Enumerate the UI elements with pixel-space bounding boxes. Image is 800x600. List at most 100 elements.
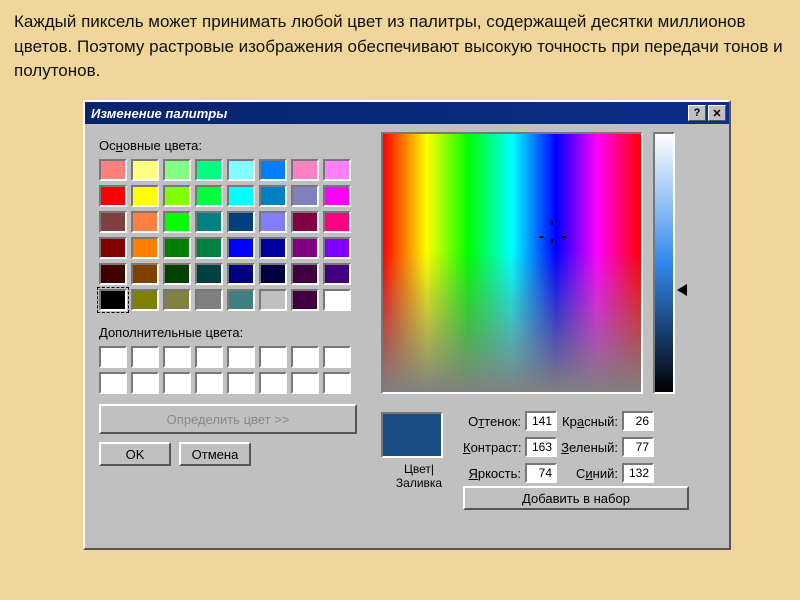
page-caption: Каждый пиксель может принимать любой цве… — [14, 10, 790, 84]
basic-color-swatch[interactable] — [227, 211, 255, 233]
basic-color-swatch[interactable] — [131, 185, 159, 207]
custom-color-slot[interactable] — [163, 346, 191, 368]
help-icon: ? — [694, 107, 701, 119]
basic-color-swatch[interactable] — [291, 159, 319, 181]
basic-color-swatch[interactable] — [227, 237, 255, 259]
basic-color-swatch[interactable] — [227, 159, 255, 181]
basic-color-swatch[interactable] — [163, 159, 191, 181]
basic-color-swatch[interactable] — [291, 289, 319, 311]
crosshair-icon: ' — [550, 238, 554, 254]
close-button[interactable]: ✕ — [708, 105, 726, 121]
add-to-custom-button[interactable]: Добавить в набор — [463, 486, 689, 510]
custom-color-slot[interactable] — [323, 346, 351, 368]
custom-color-slot[interactable] — [227, 372, 255, 394]
color-preview-block: Цвет|Заливка — [381, 412, 457, 490]
lum-label: Яркость: — [463, 466, 525, 481]
preview-label: Цвет|Заливка — [381, 462, 457, 490]
basic-color-swatch[interactable] — [163, 263, 191, 285]
sat-label: Контраст: — [463, 440, 525, 455]
crosshair-icon: ' — [550, 220, 554, 236]
luminosity-arrow-icon — [677, 284, 687, 296]
basic-color-swatch[interactable] — [131, 159, 159, 181]
basic-color-swatch[interactable] — [99, 263, 127, 285]
red-input[interactable]: 26 — [622, 411, 654, 431]
custom-color-slot[interactable] — [195, 372, 223, 394]
color-preview — [381, 412, 443, 458]
hue-label: Оттенок: — [463, 414, 525, 429]
basic-color-swatch[interactable] — [99, 289, 127, 311]
basic-color-swatch[interactable] — [195, 185, 223, 207]
basic-color-swatch[interactable] — [227, 263, 255, 285]
custom-color-slot[interactable] — [195, 346, 223, 368]
basic-color-swatch[interactable] — [323, 289, 351, 311]
crosshair-icon: - — [561, 229, 566, 245]
basic-color-swatch[interactable] — [99, 185, 127, 207]
titlebar: Изменение палитры ? ✕ — [85, 102, 729, 124]
cancel-button[interactable]: Отмена — [179, 442, 251, 466]
custom-color-slot[interactable] — [259, 346, 287, 368]
basic-color-swatch[interactable] — [323, 211, 351, 233]
color-picker-area: ' ' - - — [381, 132, 643, 394]
basic-color-swatch[interactable] — [259, 289, 287, 311]
basic-color-swatch[interactable] — [131, 289, 159, 311]
custom-color-slot[interactable] — [227, 346, 255, 368]
hue-sat-field[interactable]: ' ' - - — [381, 132, 643, 394]
basic-color-swatch[interactable] — [291, 211, 319, 233]
basic-color-swatch[interactable] — [323, 263, 351, 285]
basic-color-swatch[interactable] — [259, 185, 287, 207]
custom-color-slot[interactable] — [163, 372, 191, 394]
luminosity-slider[interactable] — [653, 132, 675, 394]
basic-color-swatch[interactable] — [163, 237, 191, 259]
basic-color-swatch[interactable] — [163, 185, 191, 207]
basic-color-swatch[interactable] — [131, 211, 159, 233]
blue-label: Синий: — [561, 466, 622, 481]
lum-input[interactable]: 74 — [525, 463, 557, 483]
basic-color-swatch[interactable] — [259, 237, 287, 259]
basic-color-swatch[interactable] — [291, 185, 319, 207]
basic-color-swatch[interactable] — [259, 159, 287, 181]
basic-color-swatch[interactable] — [99, 237, 127, 259]
basic-color-swatch[interactable] — [323, 159, 351, 181]
basic-color-swatch[interactable] — [195, 263, 223, 285]
help-button[interactable]: ? — [688, 105, 706, 121]
red-label: Красный: — [561, 414, 622, 429]
custom-color-slot[interactable] — [323, 372, 351, 394]
basic-color-swatch[interactable] — [291, 263, 319, 285]
basic-color-swatch[interactable] — [195, 237, 223, 259]
basic-color-swatch[interactable] — [323, 237, 351, 259]
basic-color-swatch[interactable] — [163, 211, 191, 233]
color-dialog: Изменение палитры ? ✕ Основные цвета: До… — [83, 100, 731, 550]
custom-color-slot[interactable] — [291, 346, 319, 368]
crosshair-icon: - — [539, 229, 544, 245]
basic-color-swatch[interactable] — [163, 289, 191, 311]
ok-button[interactable]: OK — [99, 442, 171, 466]
green-label: Зеленый: — [561, 440, 622, 455]
basic-color-swatch[interactable] — [323, 185, 351, 207]
close-icon: ✕ — [712, 107, 721, 120]
green-input[interactable]: 77 — [622, 437, 654, 457]
custom-color-slot[interactable] — [99, 346, 127, 368]
custom-color-slot[interactable] — [131, 346, 159, 368]
custom-color-slot[interactable] — [131, 372, 159, 394]
hue-input[interactable]: 141 — [525, 411, 557, 431]
basic-color-swatch[interactable] — [259, 263, 287, 285]
blue-input[interactable]: 132 — [622, 463, 654, 483]
basic-color-swatch[interactable] — [259, 211, 287, 233]
basic-color-swatch[interactable] — [131, 237, 159, 259]
custom-color-slot[interactable] — [99, 372, 127, 394]
basic-color-swatch[interactable] — [291, 237, 319, 259]
basic-color-swatch[interactable] — [99, 211, 127, 233]
basic-color-swatch[interactable] — [99, 159, 127, 181]
custom-color-slot[interactable] — [259, 372, 287, 394]
basic-color-swatch[interactable] — [227, 289, 255, 311]
color-value-fields: Оттенок: 141 Красный: 26 Контраст: 163 З… — [463, 410, 654, 488]
basic-color-swatch[interactable] — [195, 211, 223, 233]
basic-color-swatch[interactable] — [227, 185, 255, 207]
basic-color-swatch[interactable] — [195, 289, 223, 311]
basic-color-swatch[interactable] — [131, 263, 159, 285]
basic-color-swatch[interactable] — [195, 159, 223, 181]
define-color-button: Определить цвет >> — [99, 404, 357, 434]
sat-input[interactable]: 163 — [525, 437, 557, 457]
custom-color-slot[interactable] — [291, 372, 319, 394]
dialog-title: Изменение палитры — [88, 106, 686, 121]
